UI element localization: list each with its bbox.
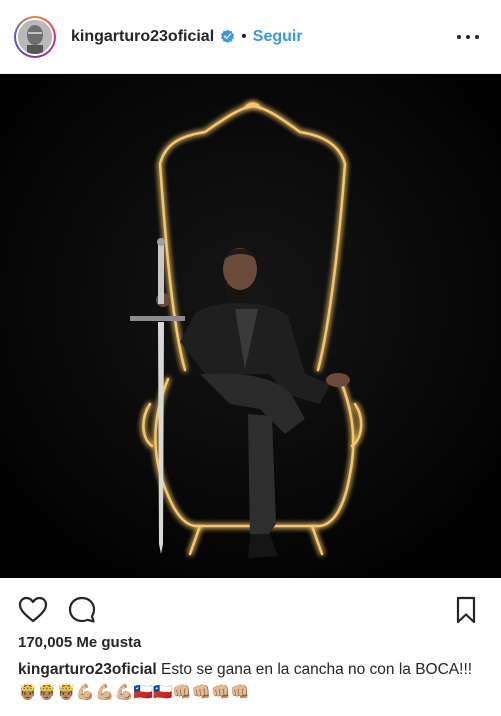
like-count[interactable]: 170,005 Me gusta [18,634,141,651]
post-header: kingarturo23oficial • Seguir [0,0,501,74]
avatar[interactable] [14,15,56,58]
post-photo[interactable] [0,74,501,578]
separator-dot: • [241,27,247,45]
post-actions [0,588,501,628]
throne-photo-image [0,74,501,578]
follow-button[interactable]: Seguir [253,28,303,46]
post-caption: kingarturo23oficial Esto se gana en la c… [18,658,488,704]
bookmark-icon[interactable] [450,594,482,626]
avatar-portrait-icon [18,19,52,54]
verified-badge-icon [220,29,235,44]
username-link[interactable]: kingarturo23oficial [71,28,214,46]
more-options-icon[interactable] [457,28,479,46]
caption-username-link[interactable]: kingarturo23oficial [18,661,157,678]
heart-icon[interactable] [17,594,49,626]
instagram-post: kingarturo23oficial • Seguir 170,005 Me … [0,0,501,716]
comment-icon[interactable] [66,594,98,626]
avatar-image [18,19,52,54]
